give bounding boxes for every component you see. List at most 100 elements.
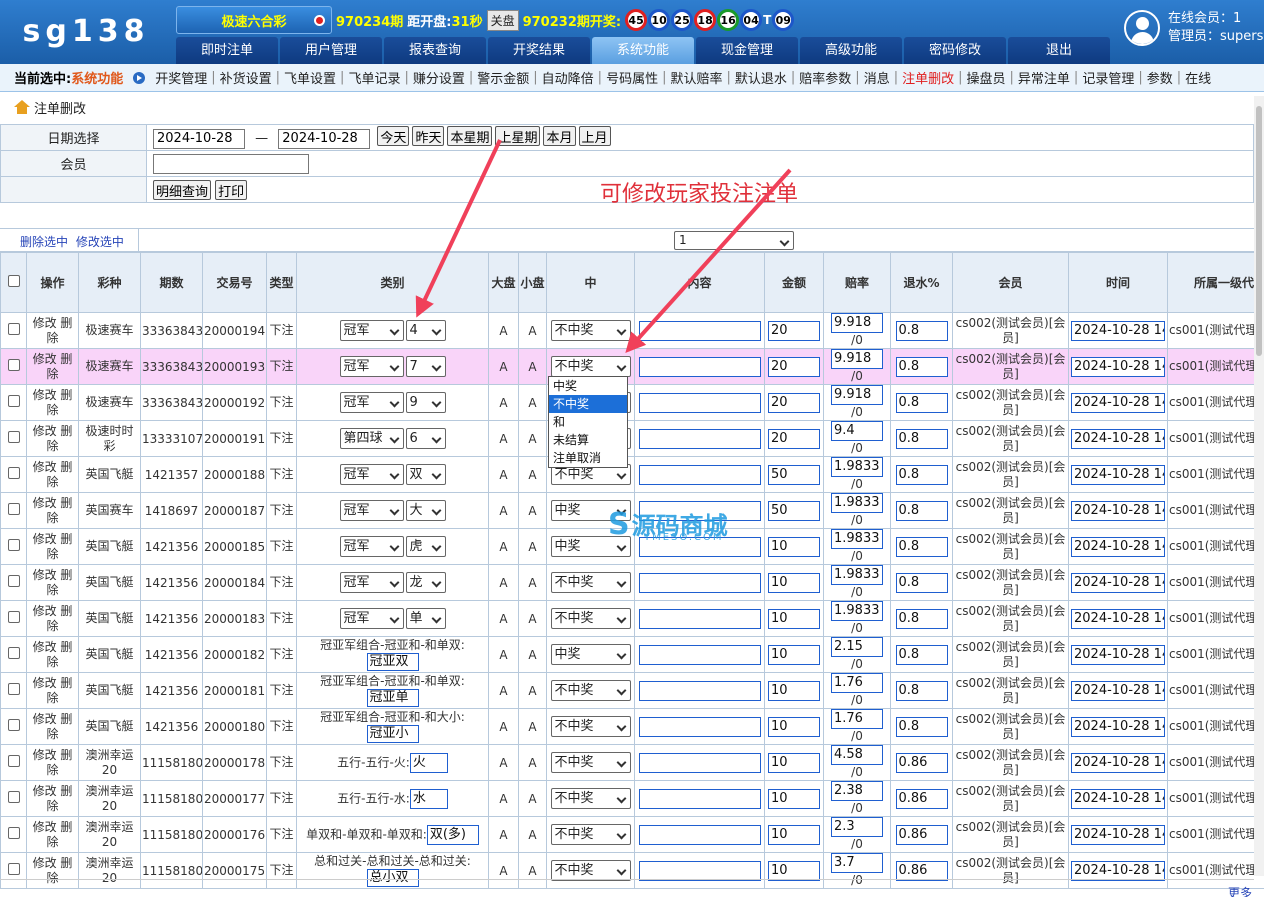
subnav-item[interactable]: 飞单设置 xyxy=(280,68,340,87)
tab-6[interactable]: 现金管理 xyxy=(696,37,798,64)
category-value-input[interactable]: 冠亚单 xyxy=(366,689,419,707)
time-input[interactable]: 2024-10-28 14 xyxy=(1071,464,1165,485)
quick-date-button[interactable]: 昨天 xyxy=(412,126,445,147)
win-status-dropdown-list[interactable]: 中奖 不中奖和未结算 注单取消 xyxy=(548,376,628,468)
row-checkbox[interactable] xyxy=(7,719,20,731)
edit-link[interactable]: 修改 xyxy=(33,748,57,762)
rebate-input[interactable]: 0.8 xyxy=(895,356,948,377)
dropdown-option[interactable]: 注单取消 xyxy=(549,449,627,467)
win-status-select[interactable]: 不中奖 xyxy=(550,356,631,377)
odds-input[interactable]: 4.58 xyxy=(831,745,883,765)
subnav-item[interactable]: 补货设置 xyxy=(216,68,276,87)
odds-input[interactable]: 9.918 xyxy=(831,349,883,369)
content-input[interactable] xyxy=(638,356,761,377)
selection-select[interactable]: 龙 xyxy=(405,572,446,593)
rebate-input[interactable]: 0.8 xyxy=(895,428,948,449)
subnav-item[interactable]: 注单删改 xyxy=(898,68,958,87)
category-select[interactable]: 冠军 xyxy=(339,464,404,485)
amount-input[interactable]: 20 xyxy=(768,320,820,341)
edit-link[interactable]: 修改 xyxy=(33,352,57,366)
subnav-item[interactable]: 默认退水 xyxy=(731,68,791,87)
odds-input[interactable]: 1.9833 xyxy=(831,493,883,513)
tab-9[interactable]: 退出 xyxy=(1008,37,1110,64)
edit-link[interactable]: 修改 xyxy=(33,676,57,690)
selection-select[interactable]: 6 xyxy=(405,428,446,449)
date-to-input[interactable] xyxy=(278,128,371,149)
row-checkbox[interactable] xyxy=(7,791,20,803)
row-checkbox[interactable] xyxy=(7,539,20,551)
category-value-input[interactable]: 水 xyxy=(409,788,448,809)
date-from-input[interactable] xyxy=(153,128,245,149)
amount-input[interactable]: 10 xyxy=(768,572,820,593)
tab-2[interactable]: 用户管理 xyxy=(280,37,382,64)
content-input[interactable] xyxy=(638,392,761,413)
time-input[interactable]: 2024-10-28 14 xyxy=(1071,536,1165,557)
category-select[interactable]: 冠军 xyxy=(339,572,404,593)
selection-select[interactable]: 9 xyxy=(405,392,446,413)
subnav-item[interactable]: 赚分设置 xyxy=(409,68,469,87)
row-checkbox[interactable] xyxy=(7,755,20,767)
category-select[interactable]: 冠军 xyxy=(339,536,404,557)
subnav-item[interactable]: 默认赔率 xyxy=(666,68,726,87)
rebate-input[interactable]: 0.8 xyxy=(895,572,948,593)
tab-7[interactable]: 高级功能 xyxy=(800,37,902,64)
odds-input[interactable]: 1.9833 xyxy=(831,601,883,621)
win-status-select[interactable]: 不中奖 xyxy=(550,716,631,737)
delete-selected-link[interactable]: 删除选中 xyxy=(20,235,68,249)
dropdown-option[interactable]: 不中奖 xyxy=(549,395,627,413)
rebate-input[interactable]: 0.8 xyxy=(895,320,948,341)
odds-input[interactable]: 1.76 xyxy=(831,673,883,693)
edit-link[interactable]: 修改 xyxy=(33,712,57,726)
print-button[interactable]: 打印 xyxy=(215,179,248,200)
content-input[interactable] xyxy=(638,608,761,629)
edit-link[interactable]: 修改 xyxy=(33,460,57,474)
edit-link[interactable]: 修改 xyxy=(33,604,57,618)
game-selector[interactable]: 极速六合彩 xyxy=(176,6,332,34)
category-select[interactable]: 冠军 xyxy=(339,392,404,413)
edit-link[interactable]: 修改 xyxy=(33,316,57,330)
category-value-input[interactable]: 冠亚双 xyxy=(366,653,419,671)
close-market-button[interactable]: 关盘 xyxy=(486,9,519,31)
edit-link[interactable]: 修改 xyxy=(33,784,57,798)
win-status-select[interactable]: 不中奖 xyxy=(550,788,631,809)
tab-4[interactable]: 开奖结果 xyxy=(488,37,590,64)
edit-link[interactable]: 修改 xyxy=(33,496,57,510)
time-input[interactable]: 2024-10-28 14 xyxy=(1071,500,1165,521)
edit-link[interactable]: 修改 xyxy=(33,856,57,870)
category-value-input[interactable]: 冠亚小 xyxy=(366,725,419,743)
win-status-select[interactable]: 不中奖 xyxy=(550,752,631,773)
selection-select[interactable]: 虎 xyxy=(405,536,446,557)
edit-link[interactable]: 修改 xyxy=(33,568,57,582)
amount-input[interactable]: 50 xyxy=(768,500,820,521)
odds-input[interactable]: 3.7 xyxy=(831,853,883,873)
quick-date-button[interactable]: 本月 xyxy=(543,126,576,147)
quick-date-button[interactable]: 本星期 xyxy=(447,126,493,147)
subnav-item[interactable]: 在线 xyxy=(1181,68,1215,87)
row-checkbox[interactable] xyxy=(7,395,20,407)
subnav-item[interactable]: 开奖管理 xyxy=(151,68,211,87)
content-input[interactable] xyxy=(638,428,761,449)
content-input[interactable] xyxy=(638,716,761,737)
modify-selected-link[interactable]: 修改选中 xyxy=(76,235,124,249)
quick-date-button[interactable]: 上星期 xyxy=(495,126,541,147)
edit-link[interactable]: 修改 xyxy=(33,532,57,546)
content-input[interactable] xyxy=(638,824,761,845)
category-select[interactable]: 冠军 xyxy=(339,356,404,377)
subnav-item[interactable]: 飞单记录 xyxy=(344,68,404,87)
content-input[interactable] xyxy=(638,752,761,773)
odds-input[interactable]: 9.918 xyxy=(831,385,883,405)
tab-3[interactable]: 报表查询 xyxy=(384,37,486,64)
stop-icon[interactable] xyxy=(314,15,325,26)
content-input[interactable] xyxy=(638,788,761,809)
rebate-input[interactable]: 0.8 xyxy=(895,680,948,701)
amount-input[interactable]: 50 xyxy=(768,464,820,485)
home-icon[interactable] xyxy=(14,100,30,114)
selection-select[interactable]: 双 xyxy=(405,464,446,485)
rebate-input[interactable]: 0.8 xyxy=(895,500,948,521)
quick-date-button[interactable]: 今天 xyxy=(377,126,410,147)
selection-select[interactable]: 大 xyxy=(405,500,446,521)
member-input[interactable] xyxy=(153,153,309,174)
time-input[interactable]: 2024-10-28 14 xyxy=(1071,680,1165,701)
category-select[interactable]: 冠军 xyxy=(339,608,404,629)
row-checkbox[interactable] xyxy=(7,431,20,443)
